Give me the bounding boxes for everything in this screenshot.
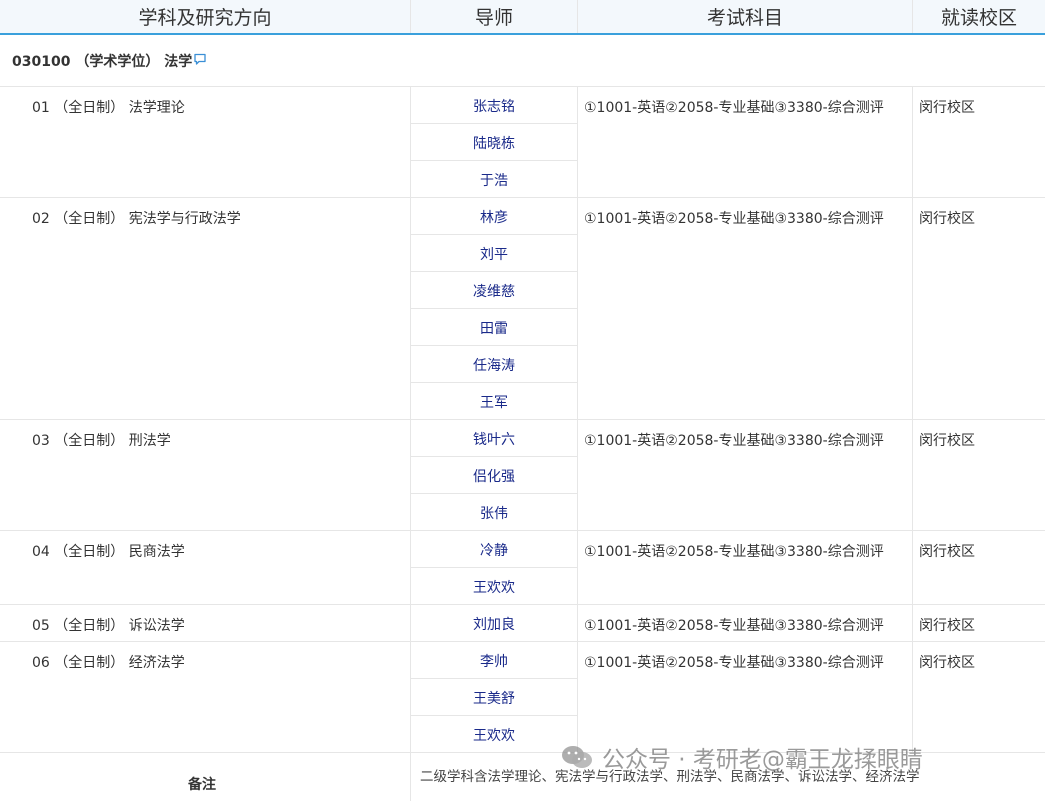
tutor-link[interactable]: 王军 bbox=[411, 383, 577, 420]
watermark: 公众号 · 考研老@霸王龙揉眼睛 bbox=[560, 740, 923, 774]
tutor-link[interactable]: 于浩 bbox=[411, 161, 577, 198]
exam-subjects: ①1001-英语②2058-专业基础③3380-综合测评 bbox=[584, 618, 884, 634]
tutor-divider bbox=[411, 382, 577, 383]
tutor-link[interactable]: 陆晓栋 bbox=[411, 124, 577, 161]
comment-icon[interactable] bbox=[193, 52, 207, 66]
exam-subjects: ①1001-英语②2058-专业基础③3380-综合测评 bbox=[584, 211, 884, 227]
campus: 闵行校区 bbox=[919, 655, 975, 671]
header-exam: 考试科目 bbox=[706, 7, 783, 29]
tutor-link[interactable]: 张志铭 bbox=[411, 87, 577, 124]
exam-subjects: ①1001-英语②2058-专业基础③3380-综合测评 bbox=[584, 433, 884, 449]
tutor-link[interactable]: 李帅 bbox=[411, 642, 577, 679]
direction-label: 05 （全日制） 诉讼法学 bbox=[32, 618, 185, 634]
header-subject: 学科及研究方向 bbox=[138, 7, 272, 29]
direction-label: 06 （全日制） 经济法学 bbox=[32, 655, 185, 671]
tutor-divider bbox=[411, 234, 577, 235]
tutor-divider bbox=[411, 567, 577, 568]
program-row: 030100 （学术学位） 法学 bbox=[0, 35, 1045, 87]
exam-subjects: ①1001-英语②2058-专业基础③3380-综合测评 bbox=[584, 544, 884, 560]
table-header: 学科及研究方向 导师 考试科目 就读校区 bbox=[0, 0, 1045, 35]
tutor-divider bbox=[411, 123, 577, 124]
tutor-link[interactable]: 王欢欢 bbox=[411, 568, 577, 605]
tutor-link[interactable]: 侣化强 bbox=[411, 457, 577, 494]
tutor-link[interactable]: 刘加良 bbox=[411, 605, 577, 642]
tutor-link[interactable]: 林彦 bbox=[411, 198, 577, 235]
campus: 闵行校区 bbox=[919, 433, 975, 449]
direction-label: 02 （全日制） 宪法学与行政法学 bbox=[32, 211, 241, 227]
campus: 闵行校区 bbox=[919, 618, 975, 634]
tutor-divider bbox=[411, 271, 577, 272]
wechat-icon bbox=[562, 746, 592, 768]
campus: 闵行校区 bbox=[919, 544, 975, 560]
campus: 闵行校区 bbox=[919, 100, 975, 116]
tutor-divider bbox=[411, 345, 577, 346]
tutor-link[interactable]: 钱叶六 bbox=[411, 420, 577, 457]
tutor-divider bbox=[411, 678, 577, 679]
campus: 闵行校区 bbox=[919, 211, 975, 227]
remark-label: 备注 bbox=[188, 777, 216, 793]
tutor-link[interactable]: 凌维慈 bbox=[411, 272, 577, 309]
direction-label: 03 （全日制） 刑法学 bbox=[32, 433, 171, 449]
tutor-link[interactable]: 田雷 bbox=[411, 309, 577, 346]
column-divider bbox=[410, 753, 411, 801]
direction-label: 04 （全日制） 民商法学 bbox=[32, 544, 185, 560]
tutor-link[interactable]: 刘平 bbox=[411, 235, 577, 272]
tutor-link[interactable]: 张伟 bbox=[411, 494, 577, 531]
tutor-divider bbox=[411, 456, 577, 457]
exam-subjects: ①1001-英语②2058-专业基础③3380-综合测评 bbox=[584, 655, 884, 671]
tutor-divider bbox=[411, 493, 577, 494]
exam-subjects: ①1001-英语②2058-专业基础③3380-综合测评 bbox=[584, 100, 884, 116]
header-divider bbox=[912, 0, 913, 33]
tutor-divider bbox=[411, 308, 577, 309]
tutor-link[interactable]: 冷静 bbox=[411, 531, 577, 568]
header-tutor: 导师 bbox=[474, 7, 513, 29]
tutor-link[interactable]: 王美舒 bbox=[411, 679, 577, 716]
direction-label: 01 （全日制） 法学理论 bbox=[32, 100, 185, 116]
watermark-text: 公众号 · 考研老@霸王龙揉眼睛 bbox=[602, 747, 923, 773]
tutor-link[interactable]: 任海涛 bbox=[411, 346, 577, 383]
header-campus: 就读校区 bbox=[940, 7, 1017, 29]
header-divider bbox=[577, 0, 578, 33]
header-divider bbox=[410, 0, 411, 33]
tutor-divider bbox=[411, 715, 577, 716]
tutor-link[interactable]: 王欢欢 bbox=[411, 716, 577, 753]
program-title: 030100 （学术学位） 法学 bbox=[12, 54, 193, 70]
tutor-divider bbox=[411, 160, 577, 161]
